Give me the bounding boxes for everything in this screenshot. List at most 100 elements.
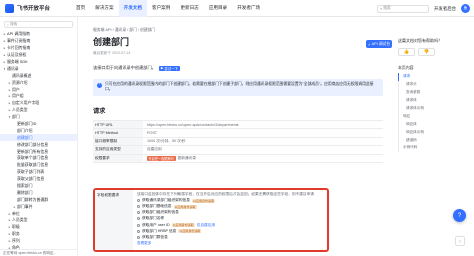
feedback-question: 这篇文档对您有帮助吗？ bbox=[398, 38, 442, 43]
sidebar-item[interactable]: ▸ 认证及授权 bbox=[0, 52, 77, 59]
toc-item[interactable]: 请求体 bbox=[399, 97, 474, 105]
sidebar-item[interactable]: ▸ 部门事件 bbox=[0, 203, 77, 210]
request-key: 权限要求 bbox=[93, 154, 143, 162]
sidebar-item[interactable]: ▾ 部门 bbox=[0, 114, 77, 121]
sidebar-item-label: 删除部门 bbox=[17, 189, 33, 195]
sidebar-item-label: 单位 bbox=[12, 210, 20, 216]
sidebar-item[interactable]: ▸ 序列 bbox=[0, 238, 77, 245]
sidebar-item-label: 自定义用户字段 bbox=[12, 100, 40, 106]
sidebar-item[interactable]: ▸ 人员类型 bbox=[0, 107, 77, 114]
field-permission-list: 获取通讯录部门组织架构信息 以应用身份读取 获取部门基础信息 以应用身份读取 获取部门组… bbox=[137, 198, 323, 241]
nav-item[interactable]: 开发者广场 bbox=[232, 0, 265, 17]
api-debugger-label: API 调试台 bbox=[371, 41, 391, 46]
developer-console-link[interactable]: 开发者后台 bbox=[434, 6, 456, 12]
notice-box: i 只可在应用的通讯录权限范围内的部门下创建部门。若需要在根部门下创建子部门，则… bbox=[93, 79, 383, 96]
request-row: 支持的应用类型 自建应用 bbox=[93, 146, 383, 155]
thumbs-up-button[interactable]: 👍 bbox=[398, 48, 415, 56]
sidebar-item[interactable]: ▸ 单位 bbox=[0, 210, 77, 217]
sidebar-item[interactable]: 获取子部门列表 bbox=[0, 169, 77, 176]
request-row: HTTP Method POST bbox=[93, 129, 383, 138]
view-more-link[interactable]: 查看更多 bbox=[137, 241, 323, 246]
sidebar-item[interactable]: 搜索部门 bbox=[0, 183, 77, 190]
bullet-icon bbox=[137, 229, 140, 233]
toc-item[interactable]: 请求体示例 bbox=[399, 105, 474, 113]
bullet-icon bbox=[137, 211, 140, 215]
toc-heading: 本页内容 bbox=[398, 65, 414, 70]
sidebar-item-label: 资源介绍 bbox=[12, 79, 28, 85]
top-search-placeholder: 搜索 bbox=[383, 6, 391, 10]
toc-item[interactable]: 响应体 bbox=[399, 120, 474, 128]
sidebar-search-input[interactable]: ⌕ 搜索 bbox=[4, 21, 73, 28]
toc-item[interactable]: 请求 bbox=[398, 73, 474, 81]
field-permission-name: 获取部门名称 bbox=[142, 216, 165, 221]
field-permission-item: 获取部门群信息 bbox=[137, 234, 323, 240]
sidebar-item[interactable]: 删除部门 bbox=[0, 189, 77, 196]
sidebar-item-label: 获取单个部门信息 bbox=[17, 155, 49, 161]
permission-tag: 开启任一权限即可 bbox=[147, 155, 176, 161]
user-avatar[interactable]: 鱼 bbox=[461, 4, 470, 13]
api-debugger-button[interactable]: ⚡ API 调试台 bbox=[366, 40, 392, 48]
sidebar-item-label: 通讯录 bbox=[7, 65, 19, 71]
sidebar-item-label: 人员类型 bbox=[12, 217, 28, 223]
request-value-text: 1000 次/分钟、50 次/秒 bbox=[147, 138, 186, 143]
sidebar-item[interactable]: 修改部门部分信息 bbox=[0, 141, 77, 148]
sidebar-item[interactable]: 通讯录概述 bbox=[0, 72, 77, 79]
top-search-input[interactable]: ⌕ 搜索 bbox=[377, 4, 430, 13]
back-to-top-button[interactable]: ↑ bbox=[455, 236, 465, 246]
sidebar-item[interactable]: ▸ 服务端 SDK bbox=[0, 59, 77, 66]
toc-item[interactable]: 查询参数 bbox=[399, 89, 474, 97]
thumbs-down-button[interactable]: 👎 bbox=[418, 48, 435, 56]
brand-logo[interactable]: 飞书开放平台 bbox=[5, 3, 71, 13]
field-permission-link[interactable]: 仅自建应用 bbox=[197, 223, 215, 228]
request-key: 接口频率限制 bbox=[93, 137, 143, 146]
request-value: 自建应用 bbox=[143, 147, 162, 152]
feedback-buttons: 👍 👎 bbox=[398, 48, 474, 56]
nav-item[interactable]: 更新日志 bbox=[175, 0, 203, 17]
sidebar-item[interactable]: 更新部门ID bbox=[0, 121, 77, 128]
toc-item[interactable]: 响应体示例 bbox=[399, 128, 474, 136]
sidebar-item[interactable]: 更新部门所有信息 bbox=[0, 148, 77, 155]
nav-item[interactable]: 解决方案 bbox=[90, 0, 118, 17]
try-it-button[interactable]: ▶ 尝试一下 bbox=[158, 65, 180, 71]
arrow-up-icon: ↑ bbox=[458, 238, 462, 244]
sidebar-item[interactable]: ▸ 自定义用户字段 bbox=[0, 100, 77, 107]
sidebar-item[interactable]: 部门群转为普通群 bbox=[0, 196, 77, 203]
sidebar-item[interactable]: ▸ 事件订阅指南 bbox=[0, 38, 77, 45]
sidebar-item[interactable]: 获取单个部门信息 bbox=[0, 155, 77, 162]
sidebar-item[interactable]: ▸ 卡片回传指南 bbox=[0, 45, 77, 52]
sidebar-item[interactable]: 获取父部门信息 bbox=[0, 176, 77, 183]
identity-tag: 以应用身份读取 bbox=[173, 204, 197, 209]
sidebar-item-label: 用户组 bbox=[12, 93, 24, 99]
request-value-text: POST bbox=[147, 131, 158, 136]
toc-item[interactable]: 示例代码 bbox=[399, 144, 474, 152]
nav-item[interactable]: 开发文档 bbox=[118, 0, 147, 17]
sidebar-item[interactable]: ▸ 人员类型 bbox=[0, 217, 77, 224]
toc-item[interactable]: 错误码 bbox=[399, 136, 474, 144]
field-permission-name: 获取部门 HRBP 信息 bbox=[142, 228, 177, 233]
sidebar-item[interactable]: 创建部门 bbox=[0, 134, 77, 142]
request-value: 1000 次/分钟、50 次/秒 bbox=[143, 139, 186, 144]
sidebar-item[interactable]: 部门介绍 bbox=[0, 127, 77, 134]
field-permission-box: 字段权限要求 该接口返回体中存在下列敏感字段，仅当开启对应的权限后才会返回；如果… bbox=[93, 188, 329, 252]
sidebar-item-label: 更新部门ID bbox=[17, 121, 37, 127]
nav-item[interactable]: 应用目录 bbox=[204, 0, 232, 17]
sidebar-item[interactable]: ▸ 职级 bbox=[0, 224, 77, 231]
toc-item[interactable]: 响应 bbox=[399, 112, 474, 120]
field-permission-label: 字段权限要求 bbox=[95, 190, 133, 250]
request-row: 权限要求 开启任一权限即可 更新通讯录 bbox=[93, 154, 383, 163]
sidebar-item[interactable]: ▸ 职务 bbox=[0, 231, 77, 238]
sidebar-item[interactable]: ▸ 用户组 bbox=[0, 93, 77, 100]
sidebar-item[interactable]: ▾ 通讯录 bbox=[0, 65, 77, 72]
help-float-button[interactable]: ? bbox=[453, 209, 466, 222]
sidebar-item[interactable]: ▸ 用户 bbox=[0, 86, 77, 93]
request-value-text: 自建应用 bbox=[147, 147, 162, 152]
request-key: HTTP URL bbox=[93, 121, 143, 129]
nav-item[interactable]: 首页 bbox=[71, 0, 90, 17]
nav-item[interactable]: 客户案例 bbox=[147, 0, 175, 17]
sidebar-item[interactable]: 批量获取部门信息 bbox=[0, 162, 77, 169]
request-row: HTTP URL https://open.feishu.cn/open-apis… bbox=[93, 121, 383, 130]
toc-item[interactable]: 请求头 bbox=[399, 81, 474, 89]
info-icon: i bbox=[97, 82, 102, 88]
sidebar-item[interactable]: ▸ API 调用指南 bbox=[0, 31, 77, 38]
sidebar-item[interactable]: ▸ 资源介绍 bbox=[0, 79, 77, 86]
